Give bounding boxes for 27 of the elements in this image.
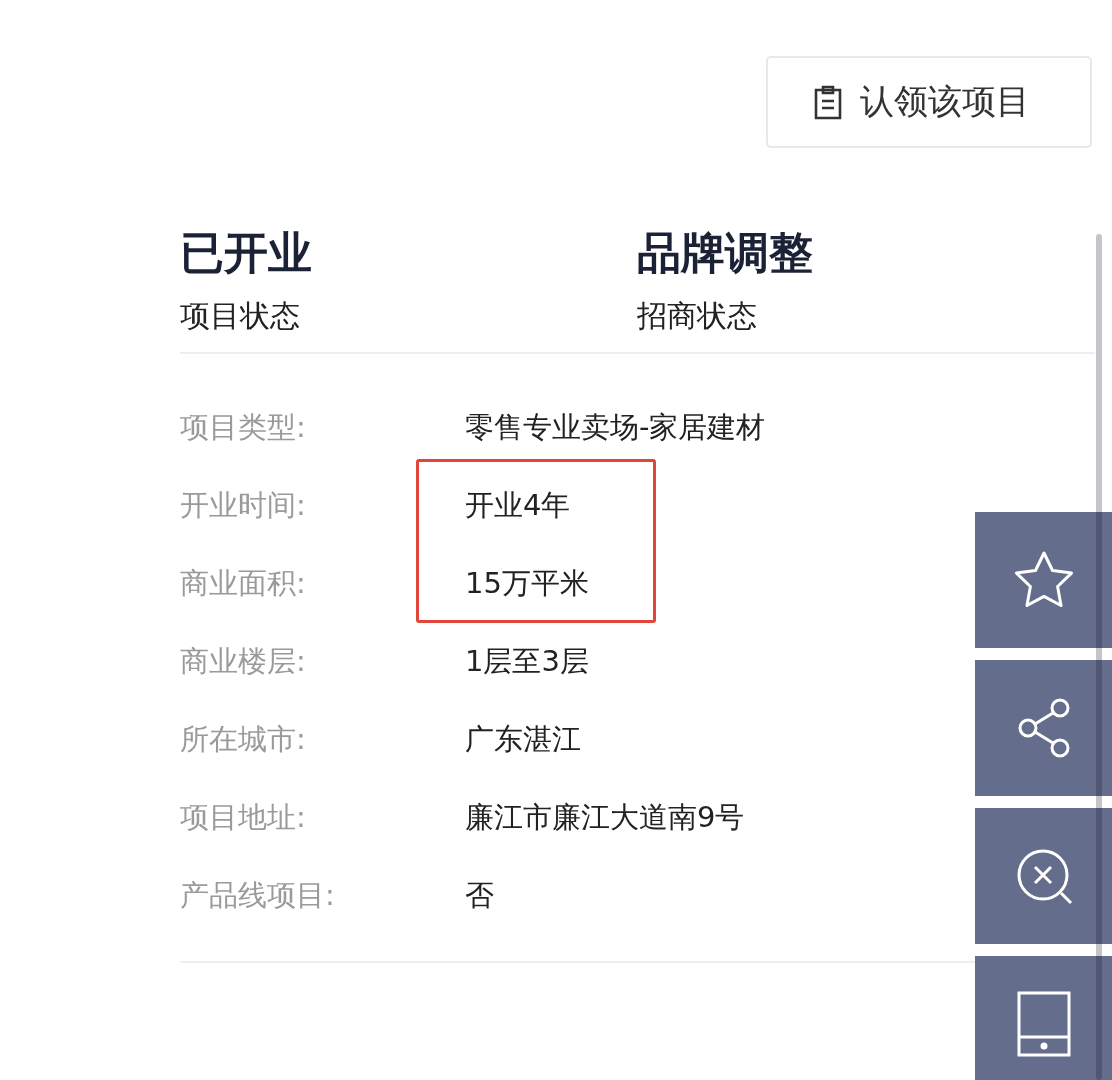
share-icon	[1017, 698, 1070, 758]
field-label: 商业面积:	[180, 565, 307, 602]
clipboard-icon	[812, 84, 844, 120]
device-button[interactable]	[975, 956, 1112, 1080]
tablet-icon	[1016, 991, 1071, 1057]
field-label: 项目地址:	[180, 799, 307, 836]
field-value: 开业4年	[465, 487, 571, 524]
field-value: 广东湛江	[465, 721, 581, 758]
field-label: 商业楼层:	[180, 643, 307, 680]
field-value: 1层至3层	[465, 643, 589, 680]
field-value: 否	[465, 877, 494, 914]
report-button[interactable]	[975, 808, 1112, 944]
field-label: 开业时间:	[180, 487, 307, 524]
status-value: 已开业	[180, 226, 313, 280]
field-value: 15万平米	[465, 565, 589, 602]
status-value: 品牌调整	[637, 226, 814, 280]
status-label: 项目状态	[180, 297, 301, 335]
field-value: 廉江市廉江大道南9号	[465, 799, 745, 836]
field-value: 零售专业卖场-家居建材	[465, 409, 766, 446]
field-label: 所在城市:	[180, 721, 307, 758]
favorite-button[interactable]	[975, 512, 1112, 648]
status-label: 招商状态	[637, 297, 758, 335]
share-button[interactable]	[975, 660, 1112, 796]
scrollbar[interactable]	[1096, 234, 1102, 1080]
field-label: 产品线项目:	[180, 877, 336, 914]
claim-button[interactable]: 认领该项目	[766, 56, 1092, 148]
field-label: 项目类型:	[180, 409, 307, 446]
